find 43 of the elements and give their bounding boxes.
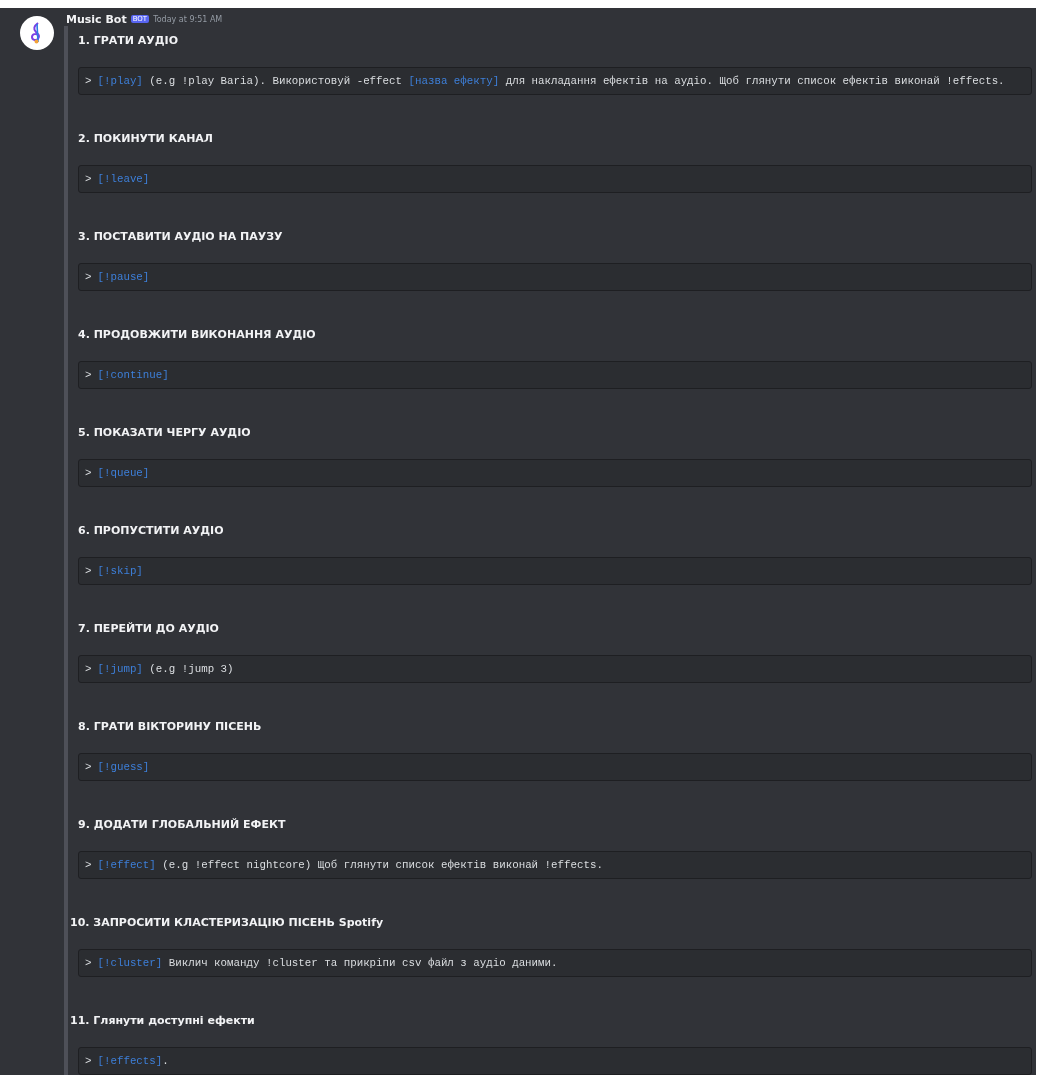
command-link[interactable]: [назва ефекту] — [408, 75, 500, 87]
quote-marker: > — [85, 271, 92, 283]
section-heading: 10. ЗАПРОСИТИ КЛАСТЕРИЗАЦІЮ ПІСЕНЬ Spotify — [70, 915, 385, 931]
command-link[interactable]: [!pause] — [97, 271, 150, 283]
section-heading: 3. ПОСТАВИТИ АУДІО НА ПАУЗУ — [78, 229, 284, 245]
command-link[interactable]: [!skip] — [97, 565, 143, 577]
command-text: (e.g !effect nightcore) Щоб глянути список ефектів виконай !effects. — [161, 859, 603, 871]
command-text: для накладання ефектів на аудіо. Щоб глянути список ефектів виконай !effects. — [504, 75, 1005, 87]
section-heading: 8. ГРАТИ ВІКТОРИНУ ПІСЕНЬ — [78, 719, 263, 735]
command-text: (e.g !jump 3) — [148, 663, 234, 675]
section-heading: 2. ПОКИНУТИ КАНАЛ — [78, 131, 214, 147]
command-link[interactable]: [!play] — [97, 75, 143, 87]
command-link[interactable]: [!effect] — [97, 859, 156, 871]
bot-avatar[interactable] — [20, 16, 54, 50]
quote-marker: > — [85, 1055, 92, 1067]
command-link[interactable]: [!guess] — [97, 761, 150, 773]
quote-marker: > — [85, 565, 92, 577]
command-link[interactable]: [!effects] — [97, 1055, 163, 1067]
command-text: Виклич команду !cluster та прикріпи csv файл з аудіо даними. — [167, 957, 558, 969]
quote-marker: > — [85, 957, 92, 969]
section-heading: 5. ПОКАЗАТИ ЧЕРГУ АУДІО — [78, 425, 252, 441]
command-link[interactable]: [!continue] — [97, 369, 169, 381]
quote-marker: > — [85, 761, 92, 773]
command-link[interactable]: [!cluster] — [97, 957, 163, 969]
command-text: (e.g !play Baria). Використовуй -effect — [148, 75, 403, 87]
section-heading: 1. ГРАТИ АУДІО — [78, 33, 180, 49]
author-name[interactable]: Music Bot — [66, 12, 127, 26]
section-heading: 4. ПРОДОВЖИТИ ВИКОНАННЯ АУДІО — [78, 327, 317, 343]
section-heading: 6. ПРОПУСТИТИ АУДІО — [78, 523, 225, 539]
quote-marker: > — [85, 173, 92, 185]
quote-marker: > — [85, 663, 92, 675]
command-link[interactable]: [!leave] — [97, 173, 150, 185]
section-heading: 11. Глянути доступні ефекти — [70, 1013, 256, 1029]
quote-marker: > — [85, 369, 92, 381]
quote-marker: > — [85, 75, 92, 87]
timestamp: Today at 9:51 AM — [153, 14, 223, 24]
quote-marker: > — [85, 467, 92, 479]
section-heading: 7. ПЕРЕЙТИ ДО АУДІО — [78, 621, 220, 637]
section-heading: 9. ДОДАТИ ГЛОБАЛЬНИЙ ЕФЕКТ — [78, 817, 287, 833]
quote-marker: > — [85, 859, 92, 871]
command-link[interactable]: [!queue] — [97, 467, 150, 479]
command-link[interactable]: [!jump] — [97, 663, 143, 675]
command-text: . — [162, 1055, 169, 1067]
